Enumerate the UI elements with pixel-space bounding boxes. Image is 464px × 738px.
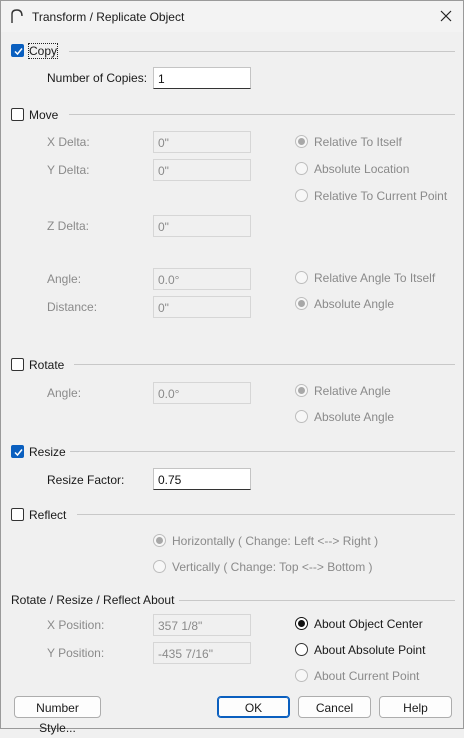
x-position-label: X Position: (47, 618, 105, 632)
rotate-label: Rotate (29, 358, 65, 372)
about-absolute-point-label: About Absolute Point (314, 643, 426, 657)
relative-to-itself-label: Relative To Itself (314, 135, 402, 149)
reflect-label: Reflect (29, 508, 67, 522)
reflect-checkbox[interactable] (11, 508, 24, 521)
relative-angle-to-itself-label: Relative Angle To Itself (314, 271, 436, 285)
copy-label: Copy (27, 43, 59, 59)
move-absolute-angle-label: Absolute Angle (314, 297, 395, 311)
number-style-button[interactable]: Number Style... (14, 696, 101, 735)
relative-angle-label: Relative Angle (314, 384, 391, 398)
rotate-angle-label: Angle: (47, 386, 82, 400)
y-position-label: Y Position: (47, 646, 105, 660)
about-current-point-label: About Current Point (314, 669, 420, 683)
relative-angle-to-itself-radio[interactable] (295, 271, 308, 284)
resize-checkbox[interactable] (11, 445, 24, 458)
z-delta-label: Z Delta: (47, 219, 90, 233)
about-object-center-label: About Object Center (314, 617, 423, 631)
divider (74, 364, 455, 365)
resize-factor-label: Resize Factor: (47, 473, 125, 487)
relative-to-current-point-label: Relative To Current Point (314, 189, 448, 203)
resize-label: Resize (29, 445, 66, 459)
divider (179, 600, 455, 601)
distance-input[interactable]: 0" (153, 296, 251, 318)
move-angle-label: Angle: (47, 272, 82, 286)
divider (69, 114, 455, 115)
reflect-vertically-radio[interactable] (153, 560, 166, 573)
absolute-location-label: Absolute Location (314, 162, 410, 176)
reflect-horizontally-label: Horizontally ( Change: Left <--> Right ) (172, 534, 379, 548)
x-position-input[interactable]: 357 1/8" (153, 614, 251, 636)
transform-replicate-dialog: Transform / Replicate Object Copy Number… (0, 0, 464, 735)
y-position-input[interactable]: -435 7/16" (153, 642, 251, 664)
y-delta-input[interactable]: 0" (153, 159, 251, 181)
move-angle-input[interactable]: 0.0° (153, 268, 251, 290)
resize-factor-input[interactable]: 0.75 (153, 468, 251, 490)
reflect-horizontally-radio[interactable] (153, 534, 166, 547)
title-bar[interactable]: Transform / Replicate Object (1, 1, 463, 32)
move-label: Move (29, 108, 59, 122)
distance-label: Distance: (47, 300, 98, 314)
about-section-label: Rotate / Resize / Reflect About (11, 593, 175, 607)
rotate-absolute-angle-label: Absolute Angle (314, 410, 395, 424)
reflect-vertically-label: Vertically ( Change: Top <--> Bottom ) (172, 560, 373, 574)
divider (77, 514, 455, 515)
about-current-point-radio[interactable] (295, 669, 308, 682)
help-button[interactable]: Help (379, 696, 452, 718)
window-title: Transform / Replicate Object (32, 10, 185, 24)
relative-to-itself-radio[interactable] (295, 135, 308, 148)
ok-button[interactable]: OK (217, 696, 290, 718)
x-delta-input[interactable]: 0" (153, 131, 251, 153)
number-of-copies-label: Number of Copies: (47, 71, 148, 85)
x-delta-label: X Delta: (47, 135, 90, 149)
divider (70, 451, 455, 452)
cancel-button[interactable]: Cancel (298, 696, 371, 718)
close-icon[interactable] (435, 6, 457, 26)
app-logo-icon (9, 8, 25, 24)
about-object-center-radio[interactable] (295, 617, 308, 630)
y-delta-label: Y Delta: (47, 163, 90, 177)
absolute-location-radio[interactable] (295, 162, 308, 175)
copy-checkbox[interactable] (11, 44, 24, 57)
relative-to-current-point-radio[interactable] (295, 189, 308, 202)
rotate-angle-input[interactable]: 0.0° (153, 382, 251, 404)
number-of-copies-input[interactable]: 1 (153, 67, 251, 89)
relative-angle-radio[interactable] (295, 384, 308, 397)
z-delta-input[interactable]: 0" (153, 215, 251, 237)
rotate-absolute-angle-radio[interactable] (295, 410, 308, 423)
move-absolute-angle-radio[interactable] (295, 297, 308, 310)
move-checkbox[interactable] (11, 108, 24, 121)
rotate-checkbox[interactable] (11, 358, 24, 371)
about-absolute-point-radio[interactable] (295, 643, 308, 656)
divider (69, 51, 455, 52)
